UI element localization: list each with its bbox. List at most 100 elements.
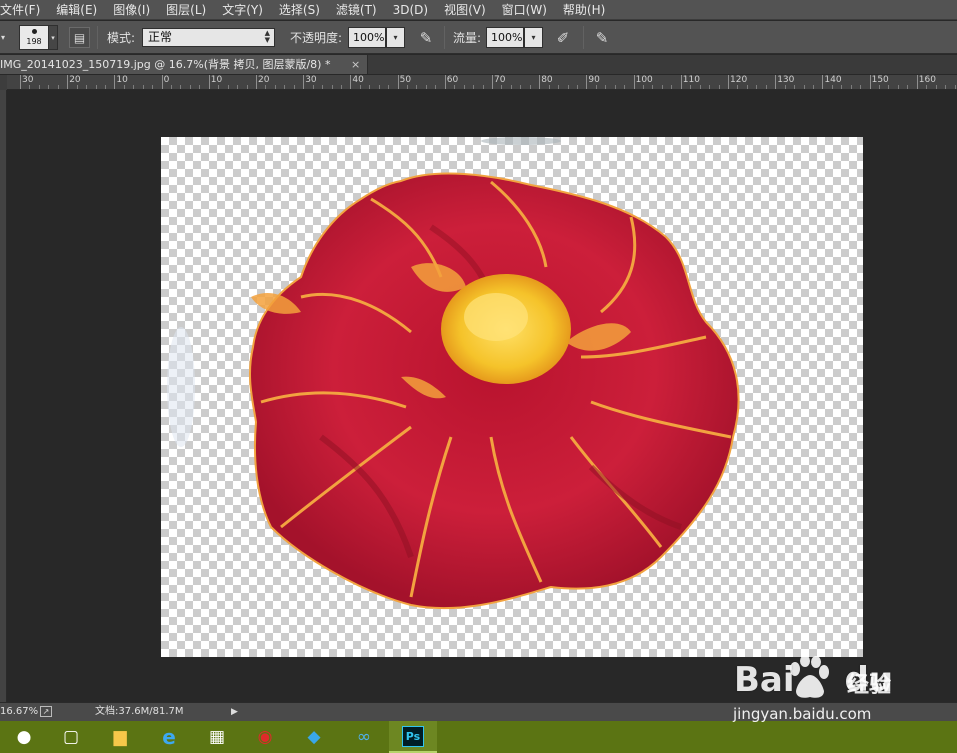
ruler-minor-tick — [463, 85, 465, 89]
opacity-label: 不透明度: — [290, 31, 343, 45]
select-arrows-icon: ▲ ▼ — [264, 29, 270, 44]
store-icon[interactable]: ▦ — [193, 721, 241, 753]
separator — [97, 26, 98, 49]
ruler-minor-tick — [501, 85, 503, 89]
ruler-minor-tick — [322, 85, 324, 89]
ruler-minor-tick — [142, 85, 144, 89]
ruler-label: 90 — [588, 75, 600, 85]
flow-label: 流量: — [453, 31, 482, 45]
ruler-label: 140 — [824, 75, 842, 85]
ruler-minor-tick — [331, 85, 333, 89]
photoshop-icon: Ps — [402, 725, 424, 747]
ruler-major-tick — [397, 75, 399, 89]
ruler-minor-tick — [246, 85, 248, 89]
ruler-minor-tick — [567, 85, 569, 89]
ruler-minor-tick — [614, 85, 616, 89]
ruler-label: 40 — [352, 75, 364, 85]
ruler-minor-tick — [218, 85, 220, 89]
airbrush-icon[interactable]: ✐ — [552, 27, 574, 49]
flow-dropdown[interactable]: ▾ — [524, 27, 543, 48]
watermark-jingyan: 经验 — [847, 673, 892, 698]
menu-layer[interactable]: 图层(L) — [157, 0, 213, 20]
brush-panel-toggle-icon[interactable]: ▤ — [69, 27, 90, 48]
menu-view[interactable]: 视图(V) — [435, 0, 493, 20]
ruler-minor-tick — [407, 85, 409, 89]
mode-select[interactable]: 正常 ▲ ▼ — [142, 28, 275, 47]
ruler-minor-tick — [652, 85, 654, 89]
ruler-minor-tick — [123, 85, 125, 89]
close-tab-icon[interactable]: × — [351, 55, 360, 74]
bird-app-icon[interactable]: ◆ — [290, 721, 338, 753]
document-canvas[interactable] — [161, 137, 863, 657]
ruler-minor-tick — [340, 85, 342, 89]
ruler-minor-tick — [765, 85, 767, 89]
ruler-major-tick — [350, 75, 352, 89]
ruler-major-tick — [67, 75, 69, 89]
document-tab-title: IMG_20141023_150719.jpg @ 16.7%(背景 拷贝, 图… — [0, 58, 331, 71]
menu-file[interactable]: 文件(F) — [0, 0, 47, 20]
netease-glyph: ◉ — [257, 726, 273, 747]
netease-music-icon[interactable]: ◉ — [241, 721, 289, 753]
edge-glyph: e — [162, 724, 176, 749]
ruler-label: 130 — [777, 75, 795, 85]
ruler-minor-tick — [482, 85, 484, 89]
windows-taskbar: ● ▢ ▆ e ▦ ◉ ◆ ∞ Ps — [0, 721, 957, 753]
ruler-major-tick — [161, 75, 163, 89]
ruler-minor-tick — [265, 85, 267, 89]
menu-edit[interactable]: 编辑(E) — [47, 0, 104, 20]
ruler-minor-tick — [199, 85, 201, 89]
document-tab[interactable]: IMG_20141023_150719.jpg @ 16.7%(背景 拷贝, 图… — [0, 55, 368, 74]
ruler-major-tick — [775, 75, 777, 89]
menu-3d[interactable]: 3D(D) — [384, 0, 435, 20]
brush-picker-dropdown[interactable]: ▾ — [48, 25, 58, 50]
edge-browser-icon[interactable]: e — [145, 721, 193, 753]
chat-icon[interactable]: ● — [0, 721, 48, 753]
ruler-minor-tick — [746, 85, 748, 89]
ruler-label: 30 — [305, 75, 317, 85]
horizontal-ruler[interactable]: 30 20 10 0 10 20 30 40 50 60 70 80 90 100 110 120 130 140… — [7, 75, 957, 90]
file-explorer-icon[interactable]: ▆ — [96, 721, 144, 753]
ruler-minor-tick — [312, 85, 314, 89]
tool-preset-arrow-icon[interactable]: ▾ — [1, 21, 5, 54]
cloud-sync-icon[interactable]: ∞ — [340, 721, 388, 753]
ruler-minor-tick — [926, 85, 928, 89]
zoom-level-field[interactable]: 16.67% — [0, 703, 38, 721]
photoshop-taskbar-icon[interactable]: Ps — [389, 721, 437, 753]
ruler-label: 30 — [22, 75, 34, 85]
ruler-minor-tick — [548, 85, 550, 89]
vertical-ruler[interactable] — [0, 90, 7, 702]
ruler-minor-tick — [605, 85, 607, 89]
ruler-minor-tick — [812, 85, 814, 89]
menu-help[interactable]: 帮助(H) — [554, 0, 612, 20]
ruler-minor-tick — [29, 85, 31, 89]
menu-image[interactable]: 图像(I) — [104, 0, 157, 20]
pressure-opacity-icon[interactable]: ✎ — [415, 27, 437, 49]
menu-type[interactable]: 文字(Y) — [213, 0, 270, 20]
ruler-minor-tick — [690, 85, 692, 89]
flow-input[interactable]: 100% — [486, 27, 524, 48]
ruler-minor-tick — [558, 85, 560, 89]
menu-window[interactable]: 窗口(W) — [493, 0, 554, 20]
bird-glyph: ◆ — [307, 726, 321, 747]
task-view-icon[interactable]: ▢ — [47, 721, 95, 753]
store-glyph: ▦ — [208, 726, 226, 747]
menu-filter[interactable]: 滤镜(T) — [327, 0, 384, 20]
separator — [583, 26, 584, 49]
options-bar: ▾ 198 ▾ ▤ 模式: 正常 ▲ ▼ 不透明度: 100% ▾ ✎ 流量: 1… — [0, 21, 957, 54]
ruler-corner[interactable] — [0, 75, 7, 90]
ruler-minor-tick — [76, 85, 78, 89]
ruler-minor-tick — [888, 85, 890, 89]
ruler-minor-tick — [954, 85, 956, 89]
watermark-url: jingyan.baidu.com — [733, 705, 872, 723]
brush-preset-picker[interactable]: 198 — [19, 25, 49, 50]
ruler-major-tick — [208, 75, 210, 89]
background-remnant — [481, 137, 561, 145]
menu-select[interactable]: 选择(S) — [270, 0, 327, 20]
opacity-input[interactable]: 100% — [348, 27, 386, 48]
pressure-size-icon[interactable]: ✎ — [591, 27, 613, 49]
ruler-minor-tick — [48, 85, 50, 89]
status-menu-arrow-icon[interactable]: ▶ — [231, 703, 238, 721]
export-icon[interactable]: ↗ — [40, 706, 52, 717]
ruler-minor-tick — [576, 85, 578, 89]
opacity-dropdown[interactable]: ▾ — [386, 27, 405, 48]
